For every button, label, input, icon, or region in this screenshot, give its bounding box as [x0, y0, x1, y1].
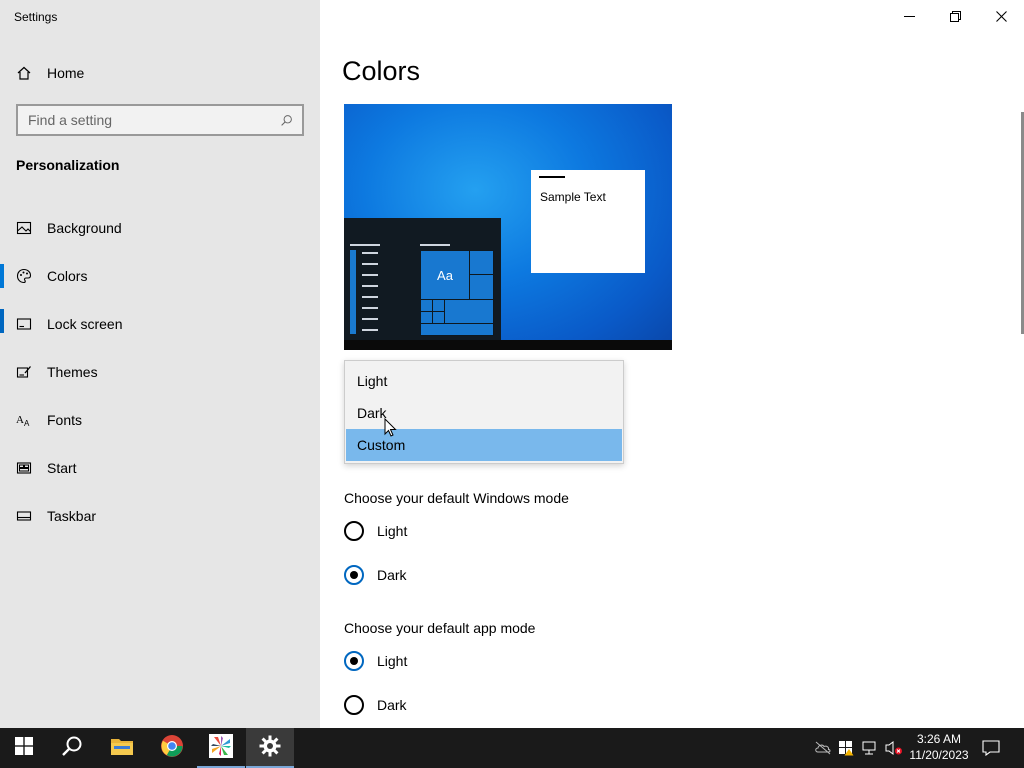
taskbar-file-explorer[interactable]: [98, 728, 146, 768]
lock-screen-icon: [16, 316, 32, 332]
taskbar: 3:26 AM 11/20/2023: [0, 728, 1024, 768]
nav-list: Background Colors Lock screen Themes AA: [0, 204, 320, 540]
chrome-icon: [160, 734, 184, 763]
volume-muted-icon[interactable]: [884, 738, 904, 758]
taskbar-clock[interactable]: 3:26 AM 11/20/2023: [906, 731, 972, 765]
fonts-icon: AA: [16, 412, 32, 428]
clock-time: 3:26 AM: [916, 732, 962, 746]
sidebar-item-label: Fonts: [47, 412, 83, 428]
home-icon: [16, 65, 32, 81]
dropdown-option-light[interactable]: Light: [346, 365, 622, 397]
radio-circle[interactable]: [344, 521, 364, 541]
start-button[interactable]: [0, 728, 48, 768]
sidebar-item-colors[interactable]: Colors: [0, 252, 320, 333]
taskbar-settings[interactable]: [246, 728, 294, 768]
sidebar-item-themes[interactable]: Themes: [0, 348, 320, 396]
page-title: Colors: [342, 56, 421, 86]
sidebar-item-label: Taskbar: [47, 508, 97, 524]
search-box[interactable]: [16, 104, 304, 136]
app-mode-light-radio[interactable]: Light: [344, 649, 407, 673]
search-input[interactable]: [28, 112, 278, 128]
brush-icon: [16, 364, 32, 380]
windows-mode-label: Choose your default Windows mode: [344, 490, 569, 506]
network-icon[interactable]: [860, 738, 880, 758]
active-indicator: [0, 264, 4, 288]
sidebar: Settings Home Personalization Background…: [0, 0, 320, 728]
onedrive-offline-icon[interactable]: [813, 738, 833, 758]
taskbar-search-button[interactable]: [48, 728, 96, 768]
app-mode-dark-radio[interactable]: Dark: [344, 693, 407, 717]
close-button[interactable]: [978, 0, 1024, 32]
close-icon: [993, 8, 1009, 24]
preview-sample-window: Sample Text: [531, 170, 645, 273]
sidebar-item-fonts[interactable]: AA Fonts: [0, 396, 320, 444]
sidebar-item-label: Start: [47, 460, 77, 476]
radio-circle[interactable]: [344, 651, 364, 671]
sidebar-item-lock-screen[interactable]: Lock screen: [0, 300, 320, 348]
app-title: Settings: [14, 10, 58, 24]
shield-warning-icon[interactable]: [836, 738, 856, 758]
sidebar-item-label: Colors: [47, 268, 88, 284]
palette-icon: [16, 268, 32, 284]
minimize-icon: [901, 8, 917, 24]
restore-button[interactable]: [932, 0, 978, 32]
taskbar-app-pinwheel[interactable]: [197, 728, 245, 768]
radio-circle[interactable]: [344, 695, 364, 715]
windows-mode-light-radio[interactable]: Light: [344, 519, 407, 543]
svg-text:A: A: [24, 419, 30, 428]
taskbar-chrome[interactable]: [148, 728, 196, 768]
app-mode-label: Choose your default app mode: [344, 620, 536, 636]
action-center-icon[interactable]: [981, 738, 1001, 758]
color-mode-dropdown[interactable]: Light Dark Custom: [344, 360, 624, 464]
radio-label: Dark: [377, 697, 407, 713]
sidebar-item-background[interactable]: Background: [0, 204, 320, 252]
preview-taskbar: [344, 340, 672, 350]
preview-start-menu: Aa: [344, 218, 501, 340]
restore-icon: [947, 8, 963, 24]
radio-circle[interactable]: [344, 565, 364, 585]
sidebar-item-label: Themes: [47, 364, 98, 380]
windows-mode-dark-radio[interactable]: Dark: [344, 563, 407, 587]
radio-label: Light: [377, 653, 408, 669]
sidebar-item-start[interactable]: Start: [0, 444, 320, 492]
windows-logo-icon: [15, 736, 33, 760]
section-title: Personalization: [16, 157, 120, 173]
search-icon[interactable]: [278, 112, 294, 128]
folder-icon: [110, 736, 134, 761]
search-icon: [61, 735, 83, 762]
radio-label: Dark: [377, 567, 407, 583]
radio-label: Light: [377, 523, 408, 539]
nav-home-label: Home: [47, 65, 85, 81]
preview-sample-text: Sample Text: [540, 190, 606, 204]
clock-date: 11/20/2023: [909, 748, 969, 762]
picture-icon: [16, 220, 32, 236]
taskbar-icon: [16, 508, 32, 524]
main-content: Colors Aa Sample Text Light Dark Custom …: [320, 0, 1024, 728]
pinwheel-app-icon: [209, 733, 233, 763]
minimize-button[interactable]: [886, 0, 932, 32]
preview-tiles: Aa: [420, 250, 494, 336]
preview-tile-aa: Aa: [420, 250, 470, 300]
mouse-cursor-icon: [384, 418, 397, 437]
sidebar-item-label: Background: [47, 220, 122, 236]
sidebar-item-taskbar[interactable]: Taskbar: [0, 492, 320, 540]
start-icon: [16, 460, 32, 476]
sidebar-item-label: Lock screen: [47, 316, 123, 332]
svg-text:A: A: [16, 414, 24, 426]
nav-home[interactable]: Home: [0, 56, 320, 90]
color-preview: Aa Sample Text: [344, 104, 672, 350]
gear-icon: [259, 735, 281, 762]
